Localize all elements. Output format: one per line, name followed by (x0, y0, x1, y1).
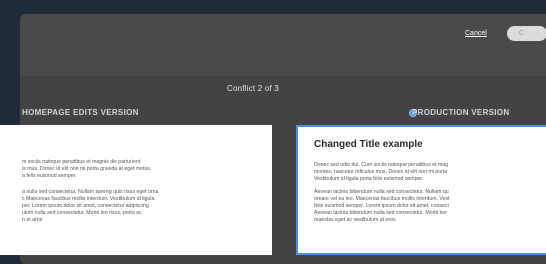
left-paragraph-2: a nulla sed consectetur. Nullam apereg q… (22, 189, 159, 223)
left-paragraph-1: m sociis natoque penatibus et magnis dis… (22, 159, 152, 179)
card-title: Changed Title example (314, 139, 423, 150)
conflict-counter: Conflict 2 of 3 (227, 84, 279, 93)
cancel-button[interactable]: Cancel (465, 30, 487, 37)
homepage-version-card[interactable]: m sociis natoque penatibus et magnis dis… (0, 125, 272, 255)
production-version-heading[interactable]: PRODUCTION VERSION (412, 108, 509, 117)
right-paragraph-2: Aenean lacinia bibendum nulla sed consec… (314, 189, 450, 223)
modal-header (20, 14, 546, 77)
confirm-button[interactable]: C (507, 26, 546, 41)
right-paragraph-1: Donec sed odio dui. Cum sociis natoque p… (314, 162, 449, 182)
production-version-card[interactable]: Changed Title example Donec sed odio dui… (296, 125, 546, 255)
homepage-edits-heading: HOMEPAGE EDITS VERSION (22, 108, 139, 117)
